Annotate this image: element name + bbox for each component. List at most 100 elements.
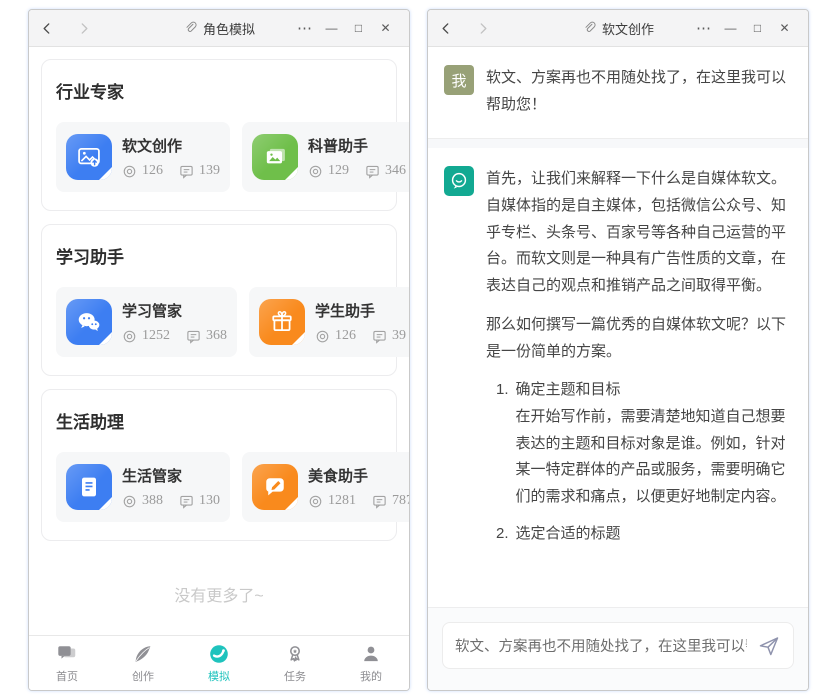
comments-count: 39 xyxy=(392,328,406,344)
views-icon xyxy=(308,164,323,179)
attachment-icon xyxy=(183,21,197,35)
assistant-card-life-manager[interactable]: 生活管家 388 130 xyxy=(56,452,230,522)
person-icon xyxy=(360,643,382,665)
views-count: 126 xyxy=(142,163,163,179)
section-title: 行业专家 xyxy=(56,78,382,103)
assistant-name: 科普助手 xyxy=(308,135,406,156)
message-divider xyxy=(428,138,808,148)
comments-count: 787 xyxy=(392,493,409,509)
more-menu-button[interactable]: ⋯ xyxy=(291,19,318,37)
views-icon xyxy=(122,164,137,179)
titlebar: 角色模拟 ⋯ — □ ✕ xyxy=(29,10,409,47)
back-icon[interactable] xyxy=(438,20,454,36)
minimize-button[interactable]: — xyxy=(318,21,345,35)
chat-edit-icon xyxy=(252,464,298,510)
assistant-name: 学生助手 xyxy=(315,300,406,321)
more-menu-button[interactable]: ⋯ xyxy=(690,19,717,37)
gift-icon xyxy=(259,299,305,345)
tab-mine[interactable]: 我的 xyxy=(333,636,409,690)
views-count: 126 xyxy=(335,328,356,344)
wechat-icon xyxy=(66,299,112,345)
forward-icon[interactable] xyxy=(75,20,91,36)
assistant-name: 软文创作 xyxy=(122,135,220,156)
tab-create[interactable]: 创作 xyxy=(105,636,181,690)
comments-icon xyxy=(179,494,194,509)
maximize-button[interactable]: □ xyxy=(744,21,771,35)
section-title: 生活助理 xyxy=(56,408,382,433)
smiley-chat-icon xyxy=(448,170,470,192)
no-more-text: 没有更多了~ xyxy=(41,554,397,606)
forward-icon[interactable] xyxy=(474,20,490,36)
window-title: 角色模拟 xyxy=(203,19,255,38)
assistant-message: 首先，让我们来解释一下什么是自媒体软文。自媒体指的是自主媒体，包括微信公众号、知… xyxy=(428,148,808,577)
user-avatar: 我 xyxy=(444,65,474,95)
views-count: 388 xyxy=(142,493,163,509)
views-count: 1281 xyxy=(328,493,356,509)
assistant-card-learning-manager[interactable]: 学习管家 1252 368 xyxy=(56,287,237,357)
close-button[interactable]: ✕ xyxy=(771,21,798,35)
attachment-icon xyxy=(582,21,596,35)
section-industry-experts: 行业专家 软文创作 126 139 xyxy=(41,59,397,211)
window-title-group: 软文创作 xyxy=(582,19,654,38)
chat-input-field xyxy=(442,622,794,669)
assistant-card-food[interactable]: 美食助手 1281 787 xyxy=(242,452,409,522)
window-role-simulation: 角色模拟 ⋯ — □ ✕ 行业专家 软文创作 xyxy=(28,9,410,691)
tab-tasks[interactable]: 任务 xyxy=(257,636,333,690)
views-count: 1252 xyxy=(142,328,170,344)
desktop: 角色模拟 ⋯ — □ ✕ 行业专家 软文创作 xyxy=(0,0,837,691)
assistant-message-text: 首先，让我们来解释一下什么是自媒体软文。自媒体指的是自主媒体，包括微信公众号、知… xyxy=(486,166,792,557)
assistant-name: 学习管家 xyxy=(122,300,227,321)
chat-bubbles-icon xyxy=(56,643,78,665)
list-item: 2. 选定合适的标题 xyxy=(496,521,792,548)
comments-count: 368 xyxy=(206,328,227,344)
image-upload-icon xyxy=(66,134,112,180)
bot-avatar xyxy=(444,166,474,196)
section-learning-assistant: 学习助手 学习管家 1252 368 xyxy=(41,224,397,376)
chat-history[interactable]: 我 软文、方案再也不用随处找了，在这里我可以帮助您！ 首先，让我们来解释一下什么… xyxy=(428,47,808,607)
user-message: 我 软文、方案再也不用随处找了，在这里我可以帮助您！ xyxy=(428,47,808,138)
list-item-title: 选定合适的标题 xyxy=(516,521,621,548)
window-title: 软文创作 xyxy=(602,19,654,38)
assistant-card-science[interactable]: 科普助手 129 346 xyxy=(242,122,409,192)
feather-icon xyxy=(132,643,154,665)
list-item: 1. 确定主题和目标 在开始写作前，需要清楚地知道自己想要表达的主题和目标对象是… xyxy=(496,377,792,510)
views-icon xyxy=(122,329,137,344)
comments-count: 130 xyxy=(199,493,220,509)
bottom-nav: 首页 创作 模拟 任务 我的 xyxy=(29,635,409,690)
assistant-catalog: 行业专家 软文创作 126 139 xyxy=(29,47,409,635)
views-icon xyxy=(308,494,323,509)
chat-input-bar xyxy=(428,607,808,690)
assistant-paragraph: 首先，让我们来解释一下什么是自媒体软文。自媒体指的是自主媒体，包括微信公众号、知… xyxy=(486,166,792,299)
comments-count: 346 xyxy=(385,163,406,179)
comments-count: 139 xyxy=(199,163,220,179)
section-title: 学习助手 xyxy=(56,243,382,268)
comments-icon xyxy=(372,494,387,509)
back-icon[interactable] xyxy=(39,20,55,36)
comments-icon xyxy=(186,329,201,344)
window-soft-article-chat: 软文创作 ⋯ — □ ✕ 我 软文、方案再也不用随处找了，在这里我可以帮助您！ … xyxy=(427,9,809,691)
medal-icon xyxy=(284,643,306,665)
tab-simulate[interactable]: 模拟 xyxy=(181,636,257,690)
send-icon[interactable] xyxy=(757,634,781,658)
comments-icon xyxy=(365,164,380,179)
assistant-card-student[interactable]: 学生助手 126 39 xyxy=(249,287,409,357)
assistant-card-soft-article[interactable]: 软文创作 126 139 xyxy=(56,122,230,192)
list-item-number: 2. xyxy=(496,521,509,548)
views-count: 129 xyxy=(328,163,349,179)
comments-icon xyxy=(179,164,194,179)
user-message-text: 软文、方案再也不用随处找了，在这里我可以帮助您！ xyxy=(486,65,792,118)
maximize-button[interactable]: □ xyxy=(345,21,372,35)
assistant-name: 生活管家 xyxy=(122,465,220,486)
simulate-icon xyxy=(208,643,230,665)
assistant-paragraph: 那么如何撰写一篇优秀的自媒体软文呢？以下是一份简单的方案。 xyxy=(486,312,792,365)
window-title-group: 角色模拟 xyxy=(183,19,255,38)
close-button[interactable]: ✕ xyxy=(372,21,399,35)
tab-home[interactable]: 首页 xyxy=(29,636,105,690)
minimize-button[interactable]: — xyxy=(717,21,744,35)
photos-icon xyxy=(252,134,298,180)
list-item-body: 在开始写作前，需要清楚地知道自己想要表达的主题和目标对象是谁。例如，针对某一特定… xyxy=(516,404,792,511)
list-item-title: 确定主题和目标 xyxy=(516,377,792,404)
list-item-number: 1. xyxy=(496,377,509,510)
comments-icon xyxy=(372,329,387,344)
chat-input[interactable] xyxy=(455,638,747,654)
